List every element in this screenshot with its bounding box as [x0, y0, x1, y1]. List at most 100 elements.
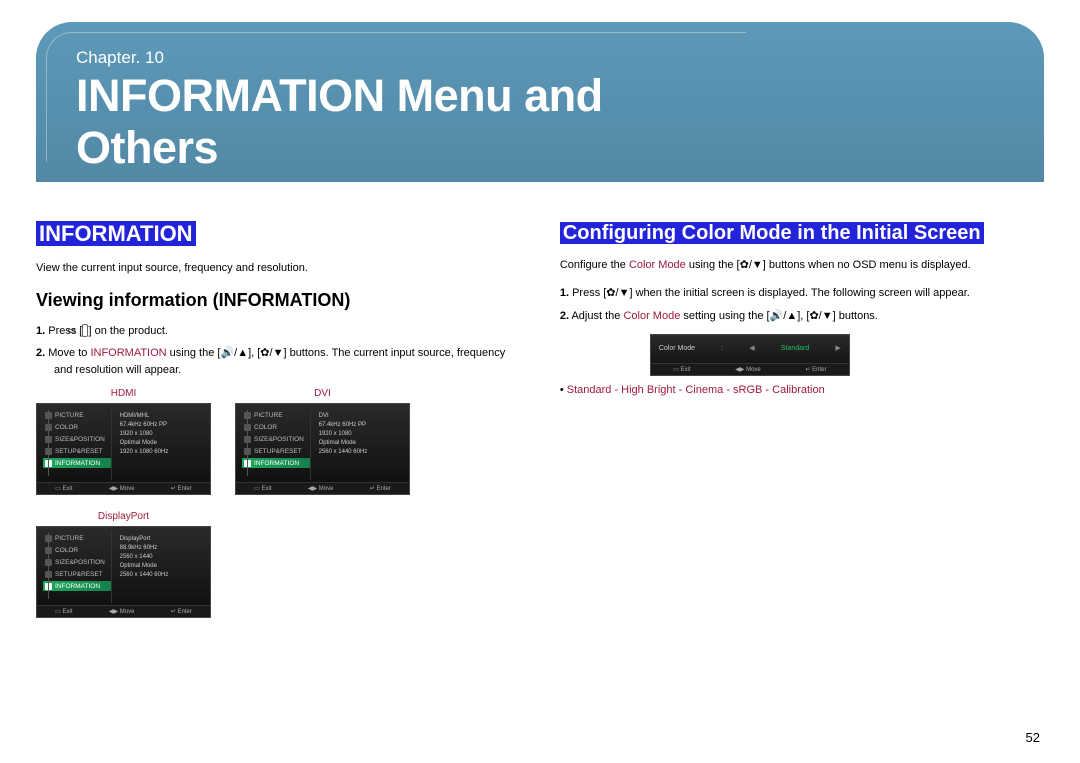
osd-item-size: SIZE&POSITION — [43, 434, 111, 444]
footer-exit: ▭ Exit — [254, 485, 271, 492]
label: Exit — [63, 486, 73, 492]
osd-item-picture: PICTURE — [43, 533, 111, 543]
color-modes-list: • Standard - High Bright - Cinema - sRGB… — [560, 384, 1044, 396]
info-line: 67.4kHz 60Hz PP — [319, 421, 401, 430]
osd-menu-hdmi: PICTURE COLOR SIZE&POSITION SETUP&RESET … — [36, 403, 211, 495]
color-osd-value: Standard — [781, 345, 809, 352]
info-line: 2560 x 1440 60Hz — [319, 448, 401, 457]
step-number: 1. — [36, 325, 45, 337]
osd-menu-list: PICTURE COLOR SIZE&POSITION SETUP&RESET … — [43, 408, 111, 480]
osd-footer: ▭ Exit ◀▶ Move ↵ Enter — [651, 363, 849, 375]
label: INFORMATION — [55, 583, 100, 590]
step-text: Move to — [48, 347, 90, 359]
footer-exit: ▭ Exit — [55, 608, 72, 615]
info-line: Optimal Mode — [120, 439, 202, 448]
osd-label-dvi: DVI — [235, 388, 410, 399]
modes-text: Standard - High Bright - Cinema - sRGB -… — [567, 384, 825, 396]
osd-item-setup: SETUP&RESET — [242, 446, 310, 456]
osd-menu-displayport: PICTURE COLOR SIZE&POSITION SETUP&RESET … — [36, 526, 211, 618]
info-line: 2560 x 1440 — [120, 553, 202, 562]
info-line: HDMI/MHL — [120, 412, 202, 421]
step-text: setting using the [🔊/▲], [✿/▼] buttons. — [680, 310, 878, 322]
page-number: 52 — [1026, 730, 1040, 745]
osd-screenshots: HDMI PICTURE COLOR SIZE&POSITION SETUP&R… — [36, 388, 520, 618]
info-line: 1920 x 1080 — [120, 430, 202, 439]
left-step-1: 1. Press [▭] on the product. — [36, 323, 520, 340]
osd-track — [48, 410, 49, 476]
osd-item-setup: SETUP&RESET — [43, 446, 111, 456]
step-text: Press [✿/▼] when the initial screen is d… — [572, 287, 970, 299]
highlight-colormode: Color Mode — [629, 259, 686, 271]
footer-exit: ▭ Exit — [55, 485, 72, 492]
osd-track — [48, 533, 49, 599]
osd-item-information: INFORMATION — [43, 581, 111, 591]
osd-track — [247, 410, 248, 476]
left-step-2: 2. Move to INFORMATION using the [🔊/▲], … — [36, 345, 520, 378]
osd-footer: ▭ Exit ◀▶ Move ↵ Enter — [37, 605, 210, 617]
highlight-information: INFORMATION — [90, 347, 166, 359]
right-column: Configuring Color Mode in the Initial Sc… — [560, 220, 1044, 618]
footer-move: ◀▶ Move — [109, 485, 135, 492]
osd-colormode: Color Mode : ◀ Standard ▶ ▭ Exit ◀▶ Move… — [650, 334, 850, 376]
osd-info-panel: DisplayPort 88.9kHz 60Hz 2560 x 1440 Opt… — [111, 531, 204, 603]
info-line: Optimal Mode — [120, 562, 202, 571]
left-steps: 1. Press [▭] on the product. 2. Move to … — [36, 323, 520, 379]
info-line: 1920 x 1080 — [319, 430, 401, 439]
chapter-title: INFORMATION Menu and Others — [76, 70, 716, 174]
bullet: • — [560, 384, 567, 396]
viewing-info-subhead: Viewing information (INFORMATION) — [36, 290, 520, 311]
footer-move: ◀▶ Move — [735, 366, 761, 373]
osd-footer: ▭ Exit ◀▶ Move ↵ Enter — [236, 482, 409, 494]
left-column: INFORMATION View the current input sourc… — [36, 220, 520, 618]
info-line: 1920 x 1080 60Hz — [120, 448, 202, 457]
text: Configure the — [560, 259, 629, 271]
label: INFORMATION — [254, 460, 299, 467]
osd-item-setup: SETUP&RESET — [43, 569, 111, 579]
label: Enter — [812, 367, 826, 373]
label: Enter — [376, 486, 390, 492]
osd-menu-dvi: PICTURE COLOR SIZE&POSITION SETUP&RESET … — [235, 403, 410, 495]
footer-enter: ↵ Enter — [805, 366, 826, 373]
label: COLOR — [254, 424, 277, 431]
label: PICTURE — [55, 535, 84, 542]
label: Exit — [262, 486, 272, 492]
osd-item-information: INFORMATION — [242, 458, 310, 468]
osd-label-displayport: DisplayPort — [36, 511, 211, 522]
label: Exit — [681, 367, 691, 373]
colormode-intro: Configure the Color Mode using the [✿/▼]… — [560, 258, 1044, 273]
chapter-label: Chapter. 10 — [76, 48, 716, 68]
osd-item-color: COLOR — [43, 545, 111, 555]
step-number: 1. — [560, 287, 569, 299]
banner-inner: Chapter. 10 INFORMATION Menu and Others — [46, 32, 746, 162]
footer-enter: ↵ Enter — [171, 485, 192, 492]
section-heading-colormode: Configuring Color Mode in the Initial Sc… — [560, 222, 984, 244]
info-line: 67.4kHz 60Hz PP — [120, 421, 202, 430]
label: Enter — [177, 609, 191, 615]
osd-info-panel: HDMI/MHL 67.4kHz 60Hz PP 1920 x 1080 Opt… — [111, 408, 204, 480]
label: Exit — [63, 609, 73, 615]
footer-enter: ↵ Enter — [370, 485, 391, 492]
label: Move — [120, 609, 135, 615]
label: SETUP&RESET — [254, 448, 302, 455]
right-step-1: 1. Press [✿/▼] when the initial screen i… — [560, 285, 1044, 302]
osd-cell-hdmi: HDMI PICTURE COLOR SIZE&POSITION SETUP&R… — [36, 388, 211, 495]
osd-item-picture: PICTURE — [43, 410, 111, 420]
osd-item-picture: PICTURE — [242, 410, 310, 420]
section-heading-information: INFORMATION — [36, 221, 196, 246]
step-number: 2. — [36, 347, 45, 359]
osd-menu-list: PICTURE COLOR SIZE&POSITION SETUP&RESET … — [242, 408, 310, 480]
right-step-2: 2. Adjust the Color Mode setting using t… — [560, 308, 1044, 325]
osd-info-panel: DVI 67.4kHz 60Hz PP 1920 x 1080 Optimal … — [310, 408, 403, 480]
label: PICTURE — [254, 412, 283, 419]
info-line: Optimal Mode — [319, 439, 401, 448]
label: INFORMATION — [55, 460, 100, 467]
osd-menu-list: PICTURE COLOR SIZE&POSITION SETUP&RESET … — [43, 531, 111, 603]
info-line: 88.9kHz 60Hz — [120, 544, 202, 553]
osd-cell-dvi: DVI PICTURE COLOR SIZE&POSITION SETUP&RE… — [235, 388, 410, 495]
label: COLOR — [55, 424, 78, 431]
footer-move: ◀▶ Move — [308, 485, 334, 492]
footer-exit: ▭ Exit — [673, 366, 690, 373]
label: SIZE&POSITION — [55, 436, 105, 443]
information-intro: View the current input source, frequency… — [36, 261, 520, 276]
footer-move: ◀▶ Move — [109, 608, 135, 615]
